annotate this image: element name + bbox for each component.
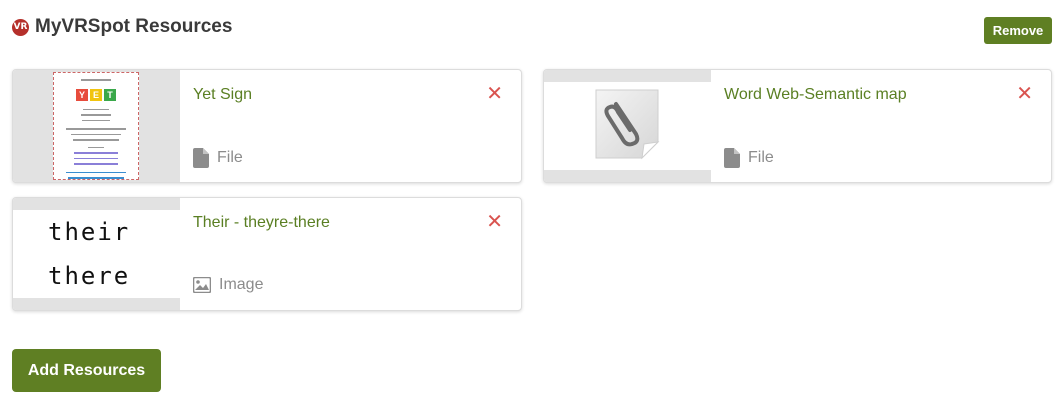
yet-sign-document-preview: Y E T xyxy=(53,72,139,180)
paperclip-icon xyxy=(595,89,660,160)
resource-thumbnail[interactable]: Y E T xyxy=(13,70,180,182)
thumbnail-word: their xyxy=(48,218,131,246)
file-icon xyxy=(724,148,740,168)
resource-type: File xyxy=(724,148,774,168)
file-icon xyxy=(193,148,209,168)
delete-resource-icon[interactable]: ✕ xyxy=(486,211,503,231)
image-icon xyxy=(193,277,211,293)
thumbnail-word: there xyxy=(48,262,131,290)
delete-resource-icon[interactable]: ✕ xyxy=(486,83,503,103)
yet-letter: Y xyxy=(76,88,88,101)
resources-header: VR MyVRSpot Resources xyxy=(12,16,232,38)
resource-thumbnail[interactable] xyxy=(544,70,711,182)
resource-title[interactable]: Yet Sign xyxy=(193,86,252,104)
resource-title[interactable]: Their - theyre-there xyxy=(193,214,330,232)
resource-card[interactable]: their there Their - theyre-there ✕ Image xyxy=(12,197,522,311)
section-title: MyVRSpot Resources xyxy=(35,16,233,37)
resource-card[interactable]: Word Web-Semantic map ✕ File xyxy=(543,69,1052,183)
resource-title[interactable]: Word Web-Semantic map xyxy=(724,86,907,104)
resource-type: Image xyxy=(193,276,263,294)
remove-button[interactable]: Remove xyxy=(984,17,1052,44)
add-resources-button[interactable]: Add Resources xyxy=(12,349,161,392)
yet-letter: E xyxy=(90,88,102,101)
delete-resource-icon[interactable]: ✕ xyxy=(1016,83,1033,103)
resource-thumbnail[interactable]: their there xyxy=(13,198,180,310)
resource-type: File xyxy=(193,148,243,168)
myvrspot-logo-icon: VR xyxy=(12,18,29,36)
resource-card[interactable]: Y E T Yet Sign ✕ File xyxy=(12,69,522,183)
resource-type-label: File xyxy=(217,149,243,166)
resource-type-label: Image xyxy=(219,276,264,293)
yet-letter: T xyxy=(104,88,116,101)
resource-type-label: File xyxy=(748,149,774,166)
their-there-image-preview: their there xyxy=(13,210,180,298)
